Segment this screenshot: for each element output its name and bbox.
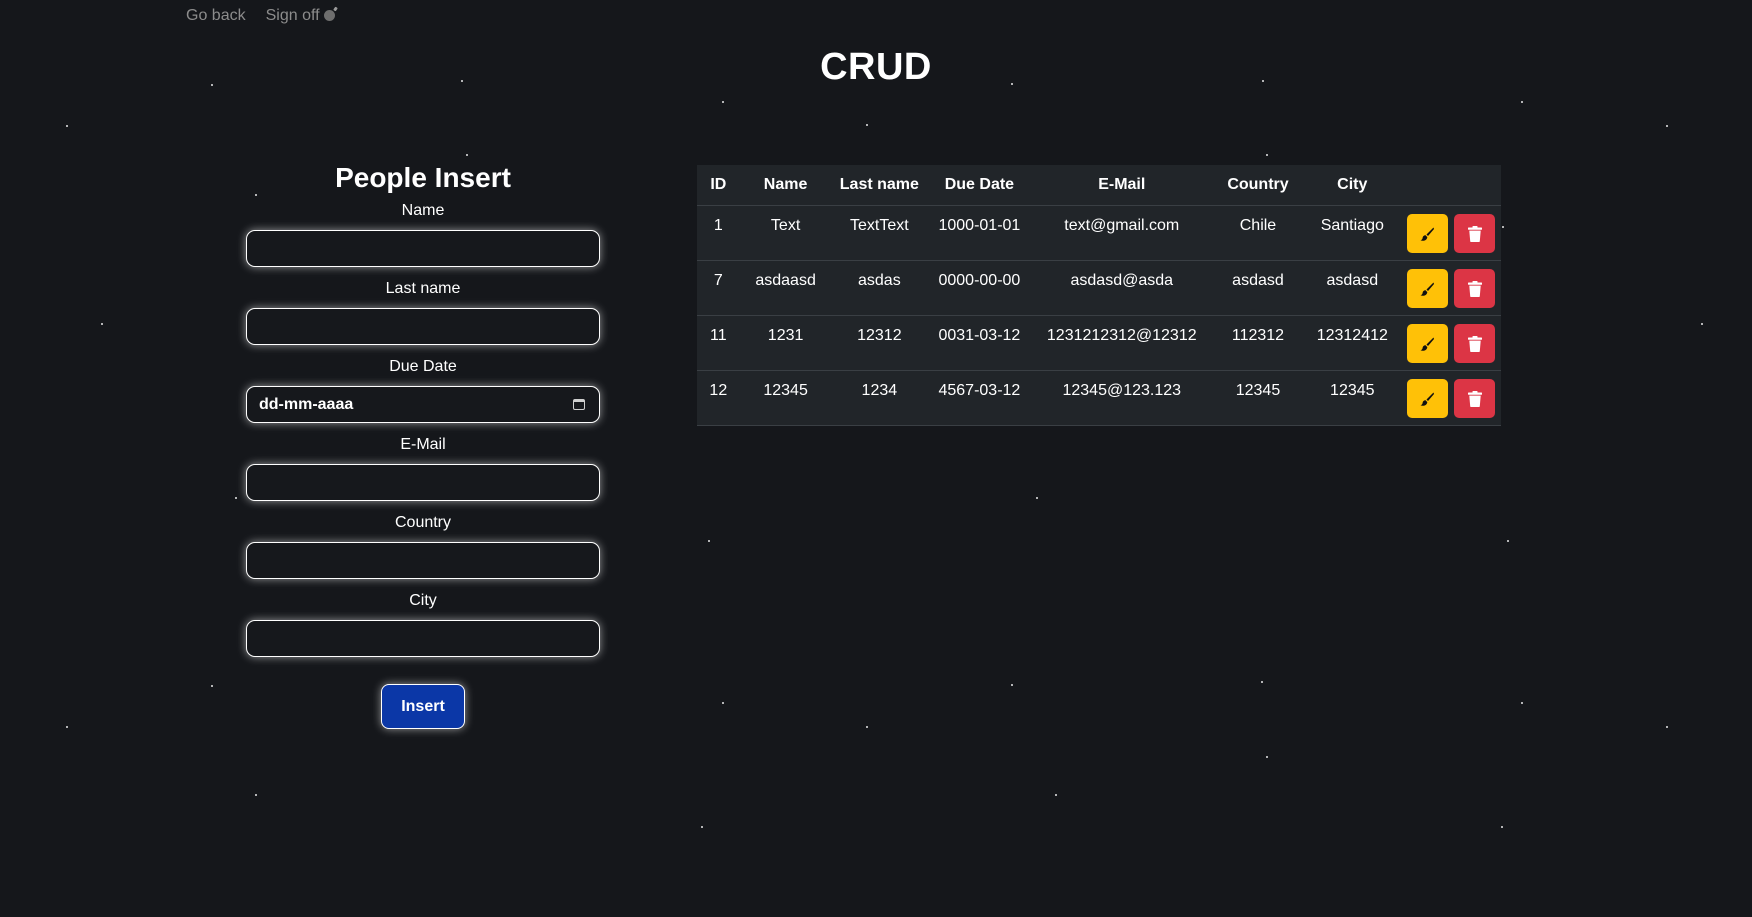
table-row: 11 1231 12312 0031-03-12 1231212312@1231… — [697, 315, 1501, 371]
cell-due-date: 0000-00-00 — [927, 260, 1032, 316]
name-input[interactable] — [246, 230, 600, 267]
cell-city: 12312412 — [1304, 315, 1401, 371]
delete-button[interactable] — [1454, 324, 1495, 363]
last-name-label: Last name — [385, 280, 461, 297]
cell-id: 1 — [697, 205, 740, 261]
edit-button[interactable] — [1406, 214, 1448, 253]
calendar-icon[interactable] — [573, 399, 585, 410]
cell-last-name: TextText — [831, 205, 928, 261]
header-name: Name — [739, 165, 832, 206]
email-label: E-Mail — [400, 436, 446, 453]
cell-country: asdasd — [1211, 260, 1305, 316]
form-title: People Insert — [335, 162, 511, 193]
cell-actions — [1400, 315, 1501, 371]
cell-last-name: 1234 — [831, 370, 928, 426]
trash-icon — [1467, 390, 1482, 407]
cell-city: 12345 — [1304, 370, 1401, 426]
cell-email: 12345@123.123 — [1031, 370, 1212, 426]
brush-icon — [1420, 392, 1435, 406]
cell-city: Santiago — [1304, 205, 1401, 261]
header-last-name: Last name — [831, 165, 928, 206]
cell-id: 7 — [697, 260, 740, 316]
sign-off-label: Sign off — [265, 7, 320, 24]
sign-off-link[interactable]: Sign off — [266, 7, 335, 25]
due-date-input[interactable]: dd-mm-aaaa — [246, 386, 600, 423]
city-input[interactable] — [246, 620, 600, 657]
cell-country: Chile — [1211, 205, 1305, 261]
cell-country: 112312 — [1211, 315, 1305, 371]
city-label: City — [409, 592, 437, 609]
cell-name: Text — [739, 205, 832, 261]
cell-due-date: 4567-03-12 — [927, 370, 1032, 426]
delete-button[interactable] — [1454, 269, 1495, 308]
page: Go back Sign off CRUD People Insert Name… — [0, 0, 1752, 917]
header-id: ID — [697, 165, 740, 206]
edit-button[interactable] — [1406, 379, 1448, 418]
table-row: 7 asdaasd asdas 0000-00-00 asdasd@asda a… — [697, 260, 1501, 316]
go-back-link[interactable]: Go back — [186, 7, 246, 25]
cell-country: 12345 — [1211, 370, 1305, 426]
delete-button[interactable] — [1454, 379, 1495, 418]
brush-icon — [1420, 337, 1435, 351]
people-insert-form: People Insert Name Last name Due Date dd… — [246, 162, 600, 729]
edit-button[interactable] — [1406, 324, 1448, 363]
cell-actions — [1400, 260, 1501, 316]
name-label: Name — [401, 202, 445, 219]
cell-id: 12 — [697, 370, 740, 426]
header-due-date: Due Date — [927, 165, 1032, 206]
country-input[interactable] — [246, 542, 600, 579]
cell-last-name: asdas — [831, 260, 928, 316]
header-actions — [1400, 165, 1501, 206]
cell-name: 1231 — [739, 315, 832, 371]
cell-due-date: 1000-01-01 — [927, 205, 1032, 261]
cell-name: 12345 — [739, 370, 832, 426]
edit-button[interactable] — [1406, 269, 1448, 308]
insert-button[interactable]: Insert — [381, 684, 465, 729]
cell-id: 11 — [697, 315, 740, 371]
cell-name: asdaasd — [739, 260, 832, 316]
last-name-input[interactable] — [246, 308, 600, 345]
delete-button[interactable] — [1454, 214, 1495, 253]
page-title: CRUD — [820, 46, 932, 88]
table-body: 1 Text TextText 1000-01-01 text@gmail.co… — [697, 205, 1501, 426]
cell-last-name: 12312 — [831, 315, 928, 371]
cell-email: 1231212312@12312 — [1031, 315, 1212, 371]
cell-due-date: 0031-03-12 — [927, 315, 1032, 371]
table-row: 12 12345 1234 4567-03-12 12345@123.123 1… — [697, 370, 1501, 426]
table-header-row: ID Name Last name Due Date E-Mail Countr… — [697, 165, 1501, 206]
brush-icon — [1420, 282, 1435, 296]
header-city: City — [1304, 165, 1401, 206]
brush-icon — [1420, 227, 1435, 241]
table-row: 1 Text TextText 1000-01-01 text@gmail.co… — [697, 205, 1501, 261]
top-nav: Go back Sign off — [186, 7, 335, 25]
trash-icon — [1467, 225, 1482, 242]
cell-email: asdasd@asda — [1031, 260, 1212, 316]
cell-actions — [1400, 205, 1501, 261]
people-table: ID Name Last name Due Date E-Mail Countr… — [697, 165, 1501, 426]
people-table-container: ID Name Last name Due Date E-Mail Countr… — [697, 165, 1501, 426]
due-date-label: Due Date — [389, 358, 457, 375]
due-date-placeholder: dd-mm-aaaa — [259, 395, 354, 413]
cell-email: text@gmail.com — [1031, 205, 1212, 261]
header-country: Country — [1211, 165, 1305, 206]
country-label: Country — [394, 514, 452, 531]
trash-icon — [1467, 335, 1482, 352]
cell-city: asdasd — [1304, 260, 1401, 316]
header-email: E-Mail — [1031, 165, 1212, 206]
trash-icon — [1467, 280, 1482, 297]
cell-actions — [1400, 370, 1501, 426]
bomb-icon — [323, 10, 335, 21]
email-input[interactable] — [246, 464, 600, 501]
